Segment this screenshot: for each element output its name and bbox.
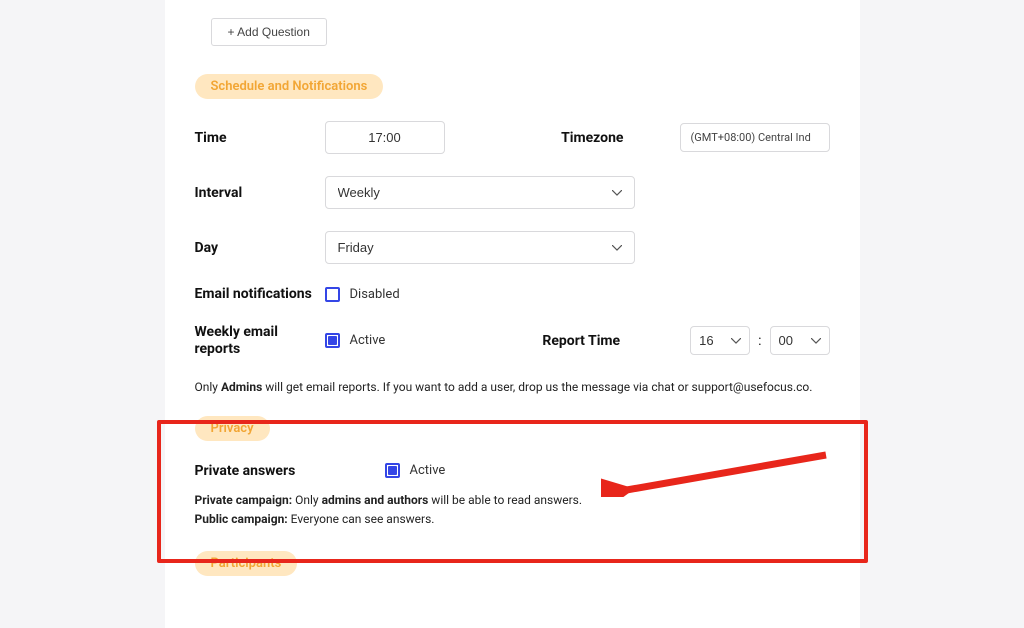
- row-time: Time Timezone (GMT+08:00) Central Ind: [195, 121, 830, 154]
- report-hour-select[interactable]: 16: [690, 326, 750, 355]
- interval-select[interactable]: Weekly: [325, 176, 635, 209]
- row-weekly-reports: Weekly email reports Active Report Time …: [195, 324, 830, 358]
- row-email-notifications: Email notifications Disabled: [195, 286, 830, 302]
- email-notifications-checkbox[interactable]: [325, 287, 340, 302]
- report-time-label: Report Time: [542, 333, 620, 349]
- privacy-help-text: Private campaign: Only admins and author…: [195, 491, 830, 529]
- row-interval: Interval Weekly: [195, 176, 830, 209]
- weekly-reports-state: Active: [350, 333, 386, 348]
- time-label: Time: [195, 130, 325, 146]
- day-label: Day: [195, 240, 325, 256]
- add-question-row: + Add Question: [211, 18, 830, 46]
- day-select[interactable]: Friday: [325, 231, 635, 264]
- private-answers-checkbox[interactable]: [385, 463, 400, 478]
- section-heading-privacy: Privacy: [195, 416, 270, 441]
- timezone-select[interactable]: (GMT+08:00) Central Ind: [680, 123, 830, 152]
- time-separator: :: [758, 333, 761, 349]
- email-notifications-state: Disabled: [350, 287, 400, 302]
- email-notifications-label: Email notifications: [195, 286, 325, 302]
- row-private-answers: Private answers Active: [195, 463, 830, 479]
- admin-note: Only Admins will get email reports. If y…: [195, 380, 830, 394]
- report-time-group: Report Time 16 : 00: [542, 326, 829, 355]
- interval-label: Interval: [195, 185, 325, 201]
- weekly-reports-checkbox[interactable]: [325, 333, 340, 348]
- settings-panel: + Add Question Schedule and Notification…: [165, 0, 860, 628]
- add-question-button[interactable]: + Add Question: [211, 18, 327, 46]
- weekly-reports-label: Weekly email reports: [195, 324, 325, 358]
- time-input[interactable]: [325, 121, 445, 154]
- timezone-group: Timezone (GMT+08:00) Central Ind: [561, 123, 829, 152]
- timezone-label: Timezone: [561, 130, 623, 146]
- section-heading-schedule: Schedule and Notifications: [195, 74, 384, 99]
- private-answers-label: Private answers: [195, 463, 385, 479]
- report-minute-select[interactable]: 00: [770, 326, 830, 355]
- private-answers-state: Active: [410, 463, 446, 478]
- row-day: Day Friday: [195, 231, 830, 264]
- section-heading-participants: Participants: [195, 551, 298, 576]
